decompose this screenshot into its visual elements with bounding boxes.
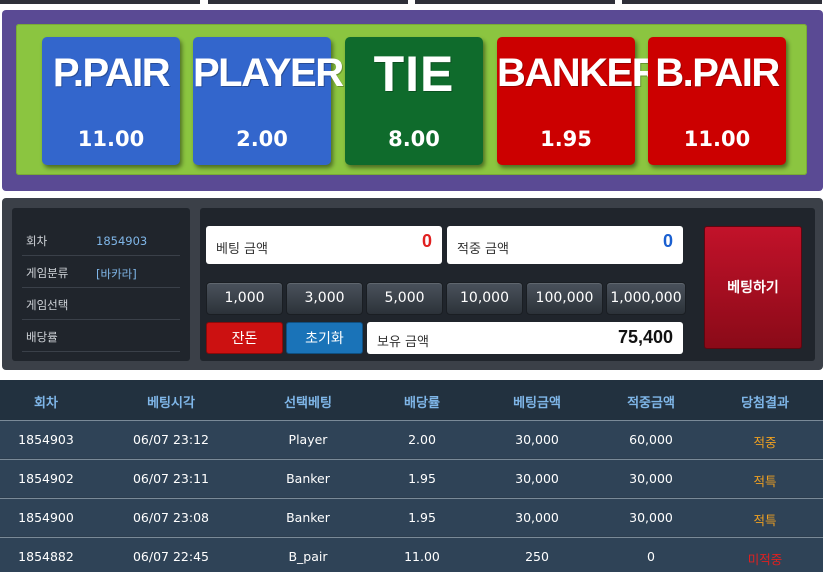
win-amount-field: 적중 금액 0 [447, 226, 683, 264]
header-win: 적중금액 [627, 396, 675, 411]
bet-name: B.PAIR [655, 51, 780, 95]
row-win: 60,000 [629, 432, 673, 447]
info-row-selection: 게임선택 [22, 288, 180, 320]
row-round: 1854902 [18, 471, 74, 486]
row-result: 미적중 [747, 552, 783, 567]
betting-panel: 회차 1854903 게임분류 [바카라] 게임선택 배당률 베팅 금액 0 적… [2, 198, 823, 370]
header-choice: 선택베팅 [284, 396, 332, 411]
row-bet: 30,000 [515, 432, 559, 447]
header-time: 베팅시각 [147, 396, 195, 411]
round-label: 회차 [26, 234, 48, 248]
game-info-box: 회차 1854903 게임분류 [바카라] 게임선택 배당률 [12, 208, 190, 361]
balance-value: 75,400 [617, 327, 673, 347]
bet-button-p-pair[interactable]: P.PAIR 11.00 [42, 37, 180, 165]
chip-1000-button[interactable]: 1,000 [206, 282, 283, 315]
header-result: 당첨결과 [741, 396, 789, 411]
balance-field: 보유 금액 75,400 [367, 322, 683, 354]
bet-input-area: 베팅 금액 0 적중 금액 0 1,000 3,000 5,000 10,000… [200, 208, 815, 361]
change-button[interactable]: 잔돈 [206, 322, 283, 354]
round-value: 1854903 [96, 234, 148, 248]
win-amount-value: 0 [662, 231, 673, 251]
row-result: 적특 [753, 474, 777, 489]
odds-label: 배당률 [26, 330, 58, 344]
bet-odds: 8.00 [388, 127, 440, 151]
row-choice: B_pair [288, 549, 328, 564]
row-round: 1854882 [18, 549, 74, 564]
bet-history-table: 회차 베팅시각 선택베팅 배당률 베팅금액 적중금액 당첨결과 1854903 … [0, 380, 823, 572]
category-label: 게임분류 [26, 266, 69, 280]
header-odds: 배당률 [404, 396, 440, 411]
row-time: 06/07 23:11 [132, 471, 210, 486]
table-row[interactable]: 1854900 06/07 23:08 Banker 1.95 30,000 3… [0, 498, 823, 536]
row-win: 30,000 [629, 471, 673, 486]
balance-label: 보유 금액 [377, 335, 429, 350]
table-row[interactable]: 1854902 06/07 23:11 Banker 1.95 30,000 3… [0, 459, 823, 497]
chip-3000-button[interactable]: 3,000 [286, 282, 363, 315]
row-round: 1854900 [18, 510, 74, 525]
row-odds: 1.95 [408, 510, 436, 525]
chip-10000-button[interactable]: 10,000 [446, 282, 523, 315]
bet-name: P.PAIR [52, 51, 171, 95]
row-result: 적특 [753, 513, 777, 528]
header-bet: 베팅금액 [513, 396, 561, 411]
row-odds: 1.95 [408, 471, 436, 486]
bet-button-player[interactable]: PLAYER 2.00 [193, 37, 344, 165]
bet-name: TIE [373, 46, 455, 102]
bet-name: BANKER [497, 51, 661, 95]
bet-options-panel: P.PAIR 11.00 PLAYER 2.00 TIE 8.00 BANKER… [2, 10, 823, 191]
info-row-round: 회차 1854903 [22, 224, 180, 256]
chip-5000-button[interactable]: 5,000 [366, 282, 443, 315]
row-time: 06/07 23:08 [132, 510, 210, 525]
bet-amount-label: 베팅 금액 [216, 242, 268, 257]
bet-amount-value: 0 [421, 231, 432, 251]
bet-odds: 1.95 [540, 127, 592, 151]
row-result: 적중 [753, 435, 777, 450]
row-bet: 30,000 [515, 471, 559, 486]
row-time: 06/07 23:12 [132, 432, 210, 447]
bet-odds: 11.00 [683, 127, 751, 151]
row-time: 06/07 22:45 [132, 549, 210, 564]
place-bet-button[interactable]: 베팅하기 [704, 226, 802, 349]
table-row[interactable]: 1854882 06/07 22:45 B_pair 11.00 250 0 미… [0, 537, 823, 572]
bet-button-banker[interactable]: BANKER 1.95 [497, 37, 661, 165]
bet-name: PLAYER [193, 51, 344, 95]
bet-amount-field[interactable]: 베팅 금액 0 [206, 226, 442, 264]
chip-1000000-button[interactable]: 1,000,000 [606, 282, 686, 315]
info-row-category: 게임분류 [바카라] [22, 256, 180, 288]
bet-button-b-pair[interactable]: B.PAIR 11.00 [648, 37, 786, 165]
info-row-odds: 배당률 [22, 320, 180, 352]
table-header: 회차 베팅시각 선택베팅 배당률 베팅금액 적중금액 당첨결과 [0, 380, 823, 420]
bet-button-tie[interactable]: TIE 8.00 [345, 37, 483, 165]
selection-label: 게임선택 [26, 298, 69, 312]
chip-100000-button[interactable]: 100,000 [526, 282, 603, 315]
row-win: 0 [647, 549, 655, 564]
row-choice: Player [288, 432, 328, 447]
bet-options-board: P.PAIR 11.00 PLAYER 2.00 TIE 8.00 BANKER… [16, 24, 807, 175]
top-tab-strip [0, 0, 835, 4]
row-win: 30,000 [629, 510, 673, 525]
row-odds: 2.00 [408, 432, 436, 447]
reset-button[interactable]: 초기화 [286, 322, 363, 354]
table-row[interactable]: 1854903 06/07 23:12 Player 2.00 30,000 6… [0, 420, 823, 458]
bet-odds: 2.00 [236, 127, 288, 151]
header-round: 회차 [34, 396, 58, 411]
row-odds: 11.00 [404, 549, 440, 564]
row-bet: 30,000 [515, 510, 559, 525]
row-choice: Banker [286, 510, 330, 525]
win-amount-label: 적중 금액 [457, 242, 509, 257]
bet-odds: 11.00 [77, 127, 145, 151]
category-value: [바카라] [96, 267, 137, 281]
row-bet: 250 [525, 549, 549, 564]
row-choice: Banker [286, 471, 330, 486]
row-round: 1854903 [18, 432, 74, 447]
